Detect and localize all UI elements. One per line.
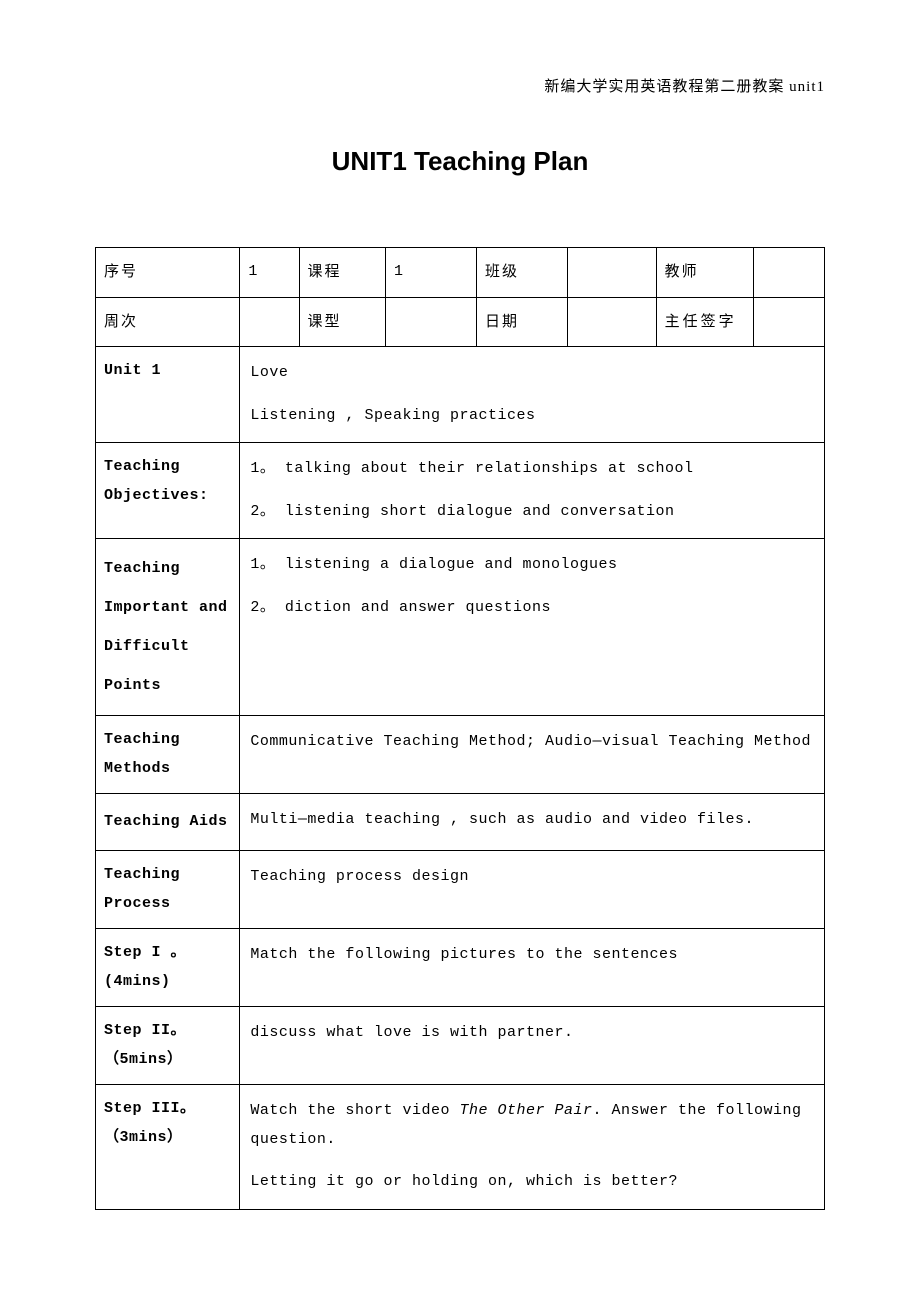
cell-points-content: 1。 listening a dialogue and monologues 2… (240, 539, 825, 716)
cell-unit-label: Unit 1 (96, 347, 240, 443)
cell-date-value (567, 297, 656, 347)
cell-unit-content: Love Listening , Speaking practices (240, 347, 825, 443)
cell-course-value: 1 (385, 248, 476, 298)
cell-methods-label: Teaching Methods (96, 716, 240, 794)
cell-step1-label: Step I 。(4mins) (96, 929, 240, 1007)
cell-sign-label: 主任签字 (656, 297, 754, 347)
cell-teacher-value (754, 248, 825, 298)
cell-step2-content: discuss what love is with partner. (240, 1007, 825, 1085)
cell-class-label: 班级 (476, 248, 567, 298)
cell-type-label: 课型 (299, 297, 385, 347)
cell-step1-content: Match the following pictures to the sent… (240, 929, 825, 1007)
cell-objectives-content: 1。 talking about their relationships at … (240, 443, 825, 539)
table-row: Teaching Methods Communicative Teaching … (96, 716, 825, 794)
cell-step3-content: Watch the short video The Other Pair. An… (240, 1085, 825, 1210)
cell-step2-label: Step II。（5mins） (96, 1007, 240, 1085)
cell-seq-label: 序号 (96, 248, 240, 298)
cell-step3-label: Step III。（3mins） (96, 1085, 240, 1210)
table-row: Step I 。(4mins) Match the following pict… (96, 929, 825, 1007)
cell-type-value (385, 297, 476, 347)
cell-date-label: 日期 (476, 297, 567, 347)
cell-week-label: 周次 (96, 297, 240, 347)
cell-objectives-label: Teaching Objectives: (96, 443, 240, 539)
teaching-plan-table: 序号 1 课程 1 班级 教师 周次 课型 日期 主任签字 Unit 1 Lov… (95, 247, 825, 1210)
table-row: Teaching Objectives: 1。 talking about th… (96, 443, 825, 539)
cell-sign-value (754, 297, 825, 347)
cell-process-label: Teaching Process (96, 851, 240, 929)
cell-week-value (240, 297, 299, 347)
cell-seq-value: 1 (240, 248, 299, 298)
cell-class-value (567, 248, 656, 298)
cell-teacher-label: 教师 (656, 248, 754, 298)
table-row: Teaching Important and Difficult Points … (96, 539, 825, 716)
cell-process-content: Teaching process design (240, 851, 825, 929)
cell-aids-label: Teaching Aids (96, 794, 240, 851)
cell-points-label: Teaching Important and Difficult Points (96, 539, 240, 716)
table-row: Step II。（5mins） discuss what love is wit… (96, 1007, 825, 1085)
table-row: 周次 课型 日期 主任签字 (96, 297, 825, 347)
table-row: Step III。（3mins） Watch the short video T… (96, 1085, 825, 1210)
table-row: Teaching Aids Multi—media teaching , suc… (96, 794, 825, 851)
cell-methods-content: Communicative Teaching Method; Audio—vis… (240, 716, 825, 794)
table-row: Teaching Process Teaching process design (96, 851, 825, 929)
cell-aids-content: Multi—media teaching , such as audio and… (240, 794, 825, 851)
cell-course-label: 课程 (299, 248, 385, 298)
table-row: Unit 1 Love Listening , Speaking practic… (96, 347, 825, 443)
page-header-context: 新编大学实用英语教程第二册教案 unit1 (95, 75, 825, 96)
page-title: UNIT1 Teaching Plan (95, 146, 825, 177)
table-row: 序号 1 课程 1 班级 教师 (96, 248, 825, 298)
